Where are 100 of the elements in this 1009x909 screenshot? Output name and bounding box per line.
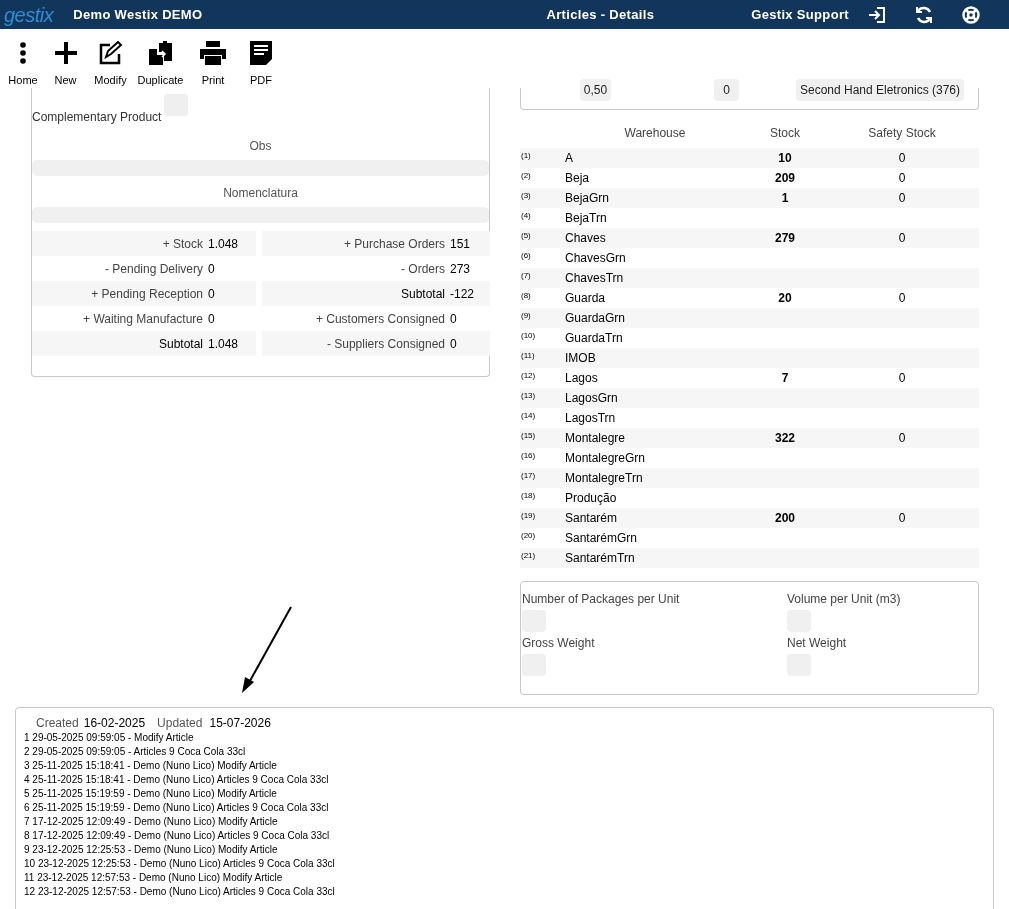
row-number: (4) — [520, 210, 532, 222]
row-number: (3) — [520, 190, 532, 202]
stock-value: 10 — [777, 150, 793, 167]
safety-stock-value: 0 — [897, 150, 907, 167]
row-number: (2) — [520, 170, 532, 182]
warehouse-name: LagosGrn — [565, 390, 619, 407]
warehouse-name: Montalegre — [565, 430, 627, 447]
warehouse-name: IMOB — [565, 350, 597, 367]
column-header: Stock — [769, 125, 801, 142]
warehouse-name: Guarda — [565, 290, 607, 307]
stock-value: 200 — [774, 510, 796, 527]
toolbar-button[interactable]: PDF — [238, 40, 284, 89]
row-number: (17) — [520, 470, 537, 482]
summary-label: + Purchase Orders — [342, 235, 445, 253]
plus-icon — [54, 42, 77, 64]
gestix-logo[interactable]: gestix — [4, 4, 54, 25]
toolbar-button[interactable]: Modify — [88, 40, 133, 89]
warehouse-name: GuardaTrn — [565, 330, 624, 347]
row-number: (14) — [520, 410, 537, 422]
toolbar-button[interactable]: New — [43, 40, 88, 89]
row-number: (6) — [520, 250, 532, 262]
warehouse-name: Santarém — [565, 510, 619, 527]
history-entry: 5 25-11-2025 15:19:59 - Demo (Nuno Lico) Modify Article — [24, 787, 277, 801]
more-icon — [19, 42, 27, 64]
obs-field[interactable] — [32, 160, 489, 176]
summary-label: Subtotal — [157, 335, 203, 353]
stock-value: 1 — [780, 190, 790, 207]
field-label: Volume per Unit (m3) — [787, 592, 901, 606]
duplicate-icon — [147, 40, 174, 66]
field-value: 0 — [714, 79, 739, 101]
updated-label: Updated — [157, 716, 203, 731]
edit-icon — [97, 41, 124, 65]
page-title: Articles - Details — [546, 5, 655, 24]
toolbar-button[interactable]: Duplicate — [133, 40, 188, 89]
warehouse-name: SantarémTrn — [565, 550, 636, 567]
updated-date: 15-07-2026 — [209, 716, 271, 731]
printer-icon — [200, 41, 226, 65]
warehouse-name: MontalegreGrn — [565, 450, 647, 467]
document-icon — [250, 41, 272, 65]
field-label: Obs — [249, 139, 272, 153]
field-label: Complementary Product — [32, 110, 162, 124]
safety-stock-value: 0 — [897, 190, 907, 207]
warehouse-name: ChavesTrn — [565, 270, 625, 287]
safety-stock-value: 0 — [897, 430, 907, 447]
history-entry: 7 17-12-2025 12:09:49 - Demo (Nuno Lico) Modify Article — [24, 815, 278, 829]
warehouse-name: ChavesGrn — [565, 250, 627, 267]
safety-stock-value: 0 — [897, 230, 907, 247]
history-entry: 10 23-12-2025 12:25:53 - Demo (Nuno Lico) Articles 9 Coca Cola 33cl — [24, 857, 335, 871]
row-number: (16) — [520, 450, 537, 462]
warehouse-name: A — [565, 150, 574, 167]
row-number: (21) — [520, 550, 537, 562]
history-entry: 8 17-12-2025 12:09:49 - Demo (Nuno Lico) Articles 9 Coca Cola 33cl — [24, 829, 330, 843]
column-header: Warehouse — [623, 125, 687, 142]
nomenclatura-field[interactable] — [32, 207, 489, 223]
summary-label: + Stock — [161, 235, 203, 253]
row-number: (5) — [520, 230, 532, 242]
toolbar-button[interactable]: Home — [3, 40, 43, 89]
company-name: Demo Westix DEMO — [73, 5, 203, 24]
history-entry: 6 25-11-2025 15:19:59 - Demo (Nuno Lico) Articles 9 Coca Cola 33cl — [24, 801, 329, 815]
sign-in-icon[interactable] — [866, 5, 887, 24]
warehouse-name: MontalegreTrn — [565, 470, 644, 487]
field-label: Nomenclatura — [223, 186, 298, 200]
row-number: (1) — [520, 150, 532, 162]
history-entry: 11 23-12-2025 12:57:53 - Demo (Nuno Lico) Modify Article — [24, 871, 283, 885]
stock-value: 209 — [774, 170, 796, 187]
field-label: Gross Weight — [522, 636, 595, 650]
warehouse-name: BejaTrn — [565, 210, 608, 227]
input-field[interactable] — [522, 610, 546, 632]
safety-stock-value: 0 — [897, 370, 907, 387]
summary-value: 1.048 — [208, 335, 239, 353]
stock-value: 7 — [780, 370, 790, 387]
safety-stock-value: 0 — [897, 290, 907, 307]
toolbar-button[interactable]: Print — [188, 40, 238, 89]
input-field[interactable] — [522, 654, 546, 676]
refresh-icon[interactable] — [913, 4, 934, 25]
warehouse-name: BejaGrn — [565, 190, 611, 207]
row-number: (13) — [520, 390, 537, 402]
summary-value: 273 — [450, 260, 471, 278]
history-entry: 9 23-12-2025 12:25:53 - Demo (Nuno Lico) Modify Article — [24, 843, 278, 857]
row-number: (8) — [520, 290, 532, 302]
summary-value: 0 — [208, 285, 215, 303]
field-label: Net Weight — [787, 636, 847, 650]
created-date: 16-02-2025 — [83, 716, 146, 731]
history-entry: 1 29-05-2025 09:59:05 - Modify Article — [24, 731, 194, 745]
summary-label: + Waiting Manufacture — [82, 310, 203, 328]
warehouse-name: SantarémGrn — [565, 530, 639, 547]
summary-value: 0 — [450, 310, 457, 328]
summary-label: - Orders — [400, 260, 445, 278]
row-number: (18) — [520, 490, 537, 502]
safety-stock-value: 0 — [897, 170, 907, 187]
warehouse-name: LagosTrn — [565, 410, 617, 427]
field-value: Second Hand Eletronics (376) — [796, 79, 964, 101]
user-name[interactable]: Gestix Support — [751, 4, 849, 25]
stock-value: 20 — [777, 290, 793, 307]
lifebuoy-icon[interactable] — [960, 4, 981, 25]
summary-label: - Suppliers Consigned — [325, 335, 445, 353]
warehouse-name: Produção — [565, 490, 618, 507]
summary-label: + Pending Reception — [90, 285, 203, 303]
summary-label: Subtotal — [399, 285, 445, 303]
history-entry: 12 23-12-2025 12:57:53 - Demo (Nuno Lico) Articles 9 Coca Cola 33cl — [24, 885, 335, 899]
